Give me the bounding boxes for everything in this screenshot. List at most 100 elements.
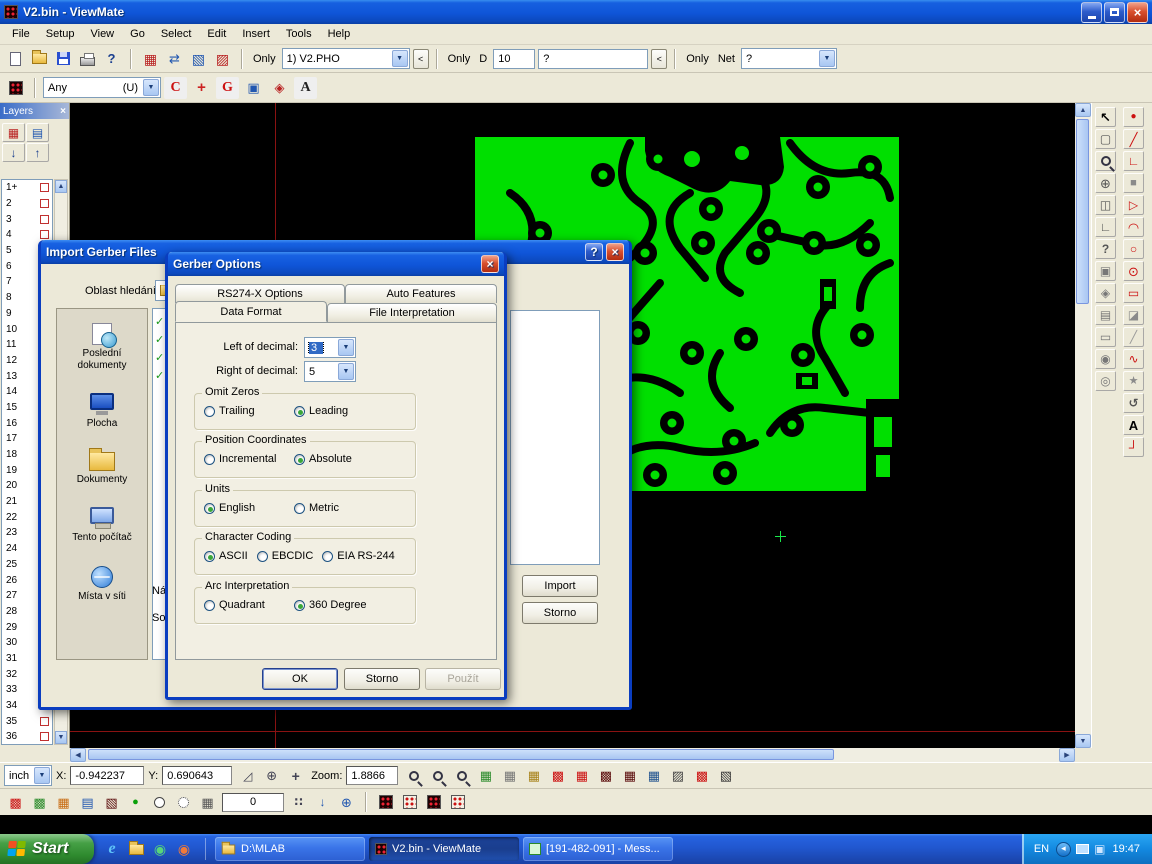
draw-arc-button[interactable]: ◠ xyxy=(1123,217,1144,237)
menu-edit[interactable]: Edit xyxy=(199,26,234,42)
grid-green-button[interactable]: ▦ xyxy=(474,765,497,787)
pads-dark2-button[interactable]: ▦ xyxy=(618,765,641,787)
halftone1-button[interactable] xyxy=(374,791,397,813)
radio-ebcdic[interactable]: EBCDIC xyxy=(257,550,314,562)
pads-red3-button[interactable]: ▩ xyxy=(690,765,713,787)
right-of-decimal-combo[interactable]: 5 ▼ xyxy=(304,361,356,382)
snapshot-button[interactable]: ◎ xyxy=(1095,371,1116,391)
layer-table-button[interactable]: ▦ xyxy=(2,123,25,142)
prev-dcode-button[interactable]: < xyxy=(651,49,667,69)
grid-blue-button[interactable]: ▦ xyxy=(642,765,665,787)
select-window-button[interactable]: ▢ xyxy=(1095,129,1116,149)
draw-circle-button[interactable]: ○ xyxy=(1123,239,1144,259)
radio-360-degree[interactable]: 360 Degree xyxy=(294,599,384,611)
msn-button[interactable]: ◉ xyxy=(150,838,170,860)
vertical-scroll-thumb[interactable] xyxy=(1076,119,1089,304)
chevron-down-icon[interactable]: ▼ xyxy=(143,79,159,96)
pads-red-button[interactable]: ▩ xyxy=(546,765,569,787)
dcode-query-input[interactable]: ? xyxy=(538,49,648,69)
layer-color-swatch[interactable] xyxy=(40,183,49,192)
help-pointer-button[interactable]: ? xyxy=(100,48,123,70)
only-dcode-toggle[interactable]: Only xyxy=(445,53,474,65)
radio-ascii[interactable]: ASCII xyxy=(204,550,248,562)
place-network-places[interactable]: Místa v síti xyxy=(57,566,147,603)
radio-quadrant[interactable]: Quadrant xyxy=(204,599,294,611)
gerber-mode-button[interactable]: G xyxy=(216,77,239,99)
apply-button[interactable]: Použít xyxy=(425,668,501,690)
radio-english[interactable]: English xyxy=(204,502,294,514)
scroll-up-icon[interactable]: ▲ xyxy=(1075,103,1091,117)
new-file-button[interactable] xyxy=(4,48,27,70)
ok-button[interactable]: OK xyxy=(262,668,338,690)
swap-layers-button[interactable]: ⇄ xyxy=(163,48,186,70)
layer-color-swatch[interactable] xyxy=(40,215,49,224)
network-tray-button[interactable]: ▣ xyxy=(1094,843,1105,855)
radio-leading[interactable]: Leading xyxy=(294,405,384,417)
menu-select[interactable]: Select xyxy=(153,26,200,42)
language-indicator[interactable]: EN xyxy=(1034,843,1049,855)
zoom-window-button[interactable] xyxy=(1095,151,1116,171)
scroll-down-icon[interactable]: ▼ xyxy=(1075,734,1091,748)
radio-incremental[interactable]: Incremental xyxy=(204,453,294,465)
scroll-down-icon[interactable]: ▼ xyxy=(55,731,67,744)
layer-combo[interactable]: 1) V2.PHO ▼ xyxy=(282,48,410,69)
close-button[interactable]: × xyxy=(606,243,624,261)
query-item-button[interactable]: ? xyxy=(1095,239,1116,259)
marker-button[interactable]: ◈ xyxy=(1095,283,1116,303)
net-combo[interactable]: ? ▼ xyxy=(741,48,837,69)
anchor-target-button[interactable]: ⊕ xyxy=(335,791,358,813)
circle-dashed-button[interactable] xyxy=(172,791,195,813)
draw-line-button[interactable]: ╱ xyxy=(1123,129,1144,149)
draw-point-button[interactable]: ● xyxy=(1123,107,1144,127)
taskbar-task-1[interactable]: D:\MLAB xyxy=(215,837,365,861)
vertical-scrollbar[interactable]: ▲ ▼ xyxy=(1075,103,1091,748)
pan-view-button[interactable]: ◫ xyxy=(1095,195,1116,215)
aperture-mode-button[interactable]: A xyxy=(294,77,317,99)
tab-file-interpretation[interactable]: File Interpretation xyxy=(327,303,497,322)
measure-distance-button[interactable]: ∟ xyxy=(1095,217,1116,237)
folder-search-button[interactable] xyxy=(126,838,146,860)
radio-trailing[interactable]: Trailing xyxy=(204,405,294,417)
only-net-toggle[interactable]: Only xyxy=(683,53,712,65)
highlight-item-button[interactable]: ▣ xyxy=(1095,261,1116,281)
close-button[interactable]: × xyxy=(1127,2,1148,23)
chevron-down-icon[interactable]: ▼ xyxy=(819,50,835,67)
draw-sketch-button[interactable]: ∿ xyxy=(1123,349,1144,369)
opera-button[interactable]: ◉ xyxy=(174,838,194,860)
display-tray-button[interactable] xyxy=(1076,844,1089,854)
draw-star-button[interactable]: ★ xyxy=(1123,371,1144,391)
storno-button[interactable]: Storno xyxy=(344,668,420,690)
pattern-orange-button[interactable]: ▦ xyxy=(52,791,75,813)
dots-grid-button[interactable]: ∷ xyxy=(287,791,310,813)
menu-file[interactable]: File xyxy=(4,26,38,42)
layer-color-swatch[interactable] xyxy=(40,230,49,239)
circle-outline-button[interactable] xyxy=(148,791,171,813)
zoom-in-button[interactable] xyxy=(426,765,449,787)
place-my-computer[interactable]: Tento počítač xyxy=(57,507,147,544)
draw-cut-button[interactable]: ◪ xyxy=(1123,305,1144,325)
halftone4-button[interactable] xyxy=(446,791,469,813)
tab-data-format[interactable]: Data Format xyxy=(175,301,327,322)
pointer-button[interactable]: ↖ xyxy=(1095,107,1116,127)
layer-color-swatch[interactable] xyxy=(40,732,49,741)
chevron-down-icon[interactable]: ▼ xyxy=(338,363,354,380)
layer-row[interactable]: 3 xyxy=(2,211,52,227)
layer-down-button[interactable]: ↓ xyxy=(2,143,25,162)
chevron-down-icon[interactable]: ▼ xyxy=(392,50,408,67)
menu-view[interactable]: View xyxy=(82,26,122,42)
menu-tools[interactable]: Tools xyxy=(278,26,320,42)
radio-eia-rs-244[interactable]: EIA RS-244 xyxy=(322,550,394,562)
close-button[interactable]: × xyxy=(481,255,499,273)
sketch-layer-button[interactable]: ▨ xyxy=(211,48,234,70)
chevron-down-icon[interactable]: ▼ xyxy=(338,339,354,356)
draw-corner-button[interactable]: ┘ xyxy=(1123,437,1144,457)
origin-button[interactable]: + xyxy=(284,765,307,787)
layer-list-button[interactable]: ▤ xyxy=(26,123,49,142)
zoom-area-button[interactable]: ⊕ xyxy=(1095,173,1116,193)
print-button[interactable] xyxy=(76,48,99,70)
grid-cross-button[interactable]: ▨ xyxy=(666,765,689,787)
import-button[interactable]: Import xyxy=(522,575,598,597)
place-documents[interactable]: Dokumenty xyxy=(57,452,147,486)
text-tool-button[interactable]: A xyxy=(1123,415,1144,435)
pad-pattern-button[interactable] xyxy=(4,77,27,99)
